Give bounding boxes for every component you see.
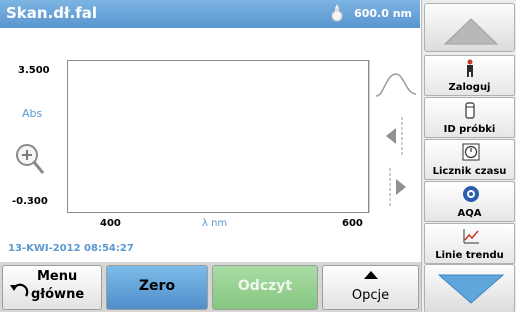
timer-button[interactable]: Licznik czasu <box>424 139 515 180</box>
x-axis-unit: λ nm <box>202 218 228 229</box>
login-label: Zaloguj <box>448 82 491 93</box>
curve-icon <box>375 73 417 97</box>
y-axis-unit: Abs <box>22 107 43 120</box>
y-axis-max: 3.500 <box>18 65 50 76</box>
read-label: Odczyt <box>237 278 293 294</box>
trend-lines-label: Linie trendu <box>435 250 504 261</box>
person-icon <box>467 59 473 77</box>
scroll-up-button[interactable] <box>424 3 515 52</box>
x-axis-max: 600 <box>342 218 363 229</box>
cursor-left-button[interactable] <box>370 111 422 162</box>
aqa-icon <box>463 186 479 202</box>
sample-id-label: ID próbki <box>443 124 496 135</box>
timer-label: Licznik czasu <box>432 166 507 177</box>
trend-lines-button[interactable]: Linie trendu <box>424 223 515 264</box>
options-button[interactable]: Opcje <box>322 265 419 310</box>
date-time: 13-KWI-2012 08:54:27 <box>8 243 134 254</box>
back-arrow-icon <box>10 283 29 297</box>
trend-chart-icon <box>463 229 479 244</box>
bottom-toolbar: Menu główne Zero Odczyt Opcje <box>0 262 421 312</box>
right-panel: Zaloguj ID próbki Licznik czasu AQA Lini… <box>421 0 516 312</box>
cursor-right-icon <box>389 168 406 208</box>
timer-icon <box>462 143 480 161</box>
graph-controls <box>369 60 421 213</box>
sample-vial-icon <box>465 102 475 119</box>
arrow-up-small-icon <box>364 271 378 279</box>
lamp-icon <box>331 5 343 22</box>
main-menu-label-1: Menu <box>37 269 78 284</box>
x-axis-min: 400 <box>100 218 121 229</box>
title-bar: Skan.dł.fal 600.0 nm <box>0 0 420 28</box>
zero-button[interactable]: Zero <box>106 265 208 310</box>
aqa-label: AQA <box>457 208 482 219</box>
y-axis-min: -0.300 <box>12 196 48 207</box>
zoom-icon[interactable] <box>15 143 45 177</box>
arrow-up-icon <box>443 18 499 45</box>
plot-area <box>67 60 369 213</box>
sample-id-button[interactable]: ID próbki <box>424 97 515 138</box>
cursor-left-icon <box>386 117 403 157</box>
wavelength-readout: 600.0 nm <box>354 7 412 20</box>
arrow-down-icon <box>437 274 505 304</box>
options-label: Opcje <box>351 288 390 303</box>
curve-view-button[interactable] <box>370 60 422 111</box>
scroll-down-button[interactable] <box>424 264 515 312</box>
aqa-button[interactable]: AQA <box>424 181 515 222</box>
main-menu-label-2: główne <box>31 287 85 302</box>
main-menu-button[interactable]: Menu główne <box>2 265 102 310</box>
zero-label: Zero <box>138 278 176 294</box>
login-button[interactable]: Zaloguj <box>424 55 515 96</box>
cursor-right-button[interactable] <box>370 162 422 213</box>
screen-title: Skan.dł.fal <box>6 4 98 22</box>
read-button[interactable]: Odczyt <box>212 265 318 310</box>
